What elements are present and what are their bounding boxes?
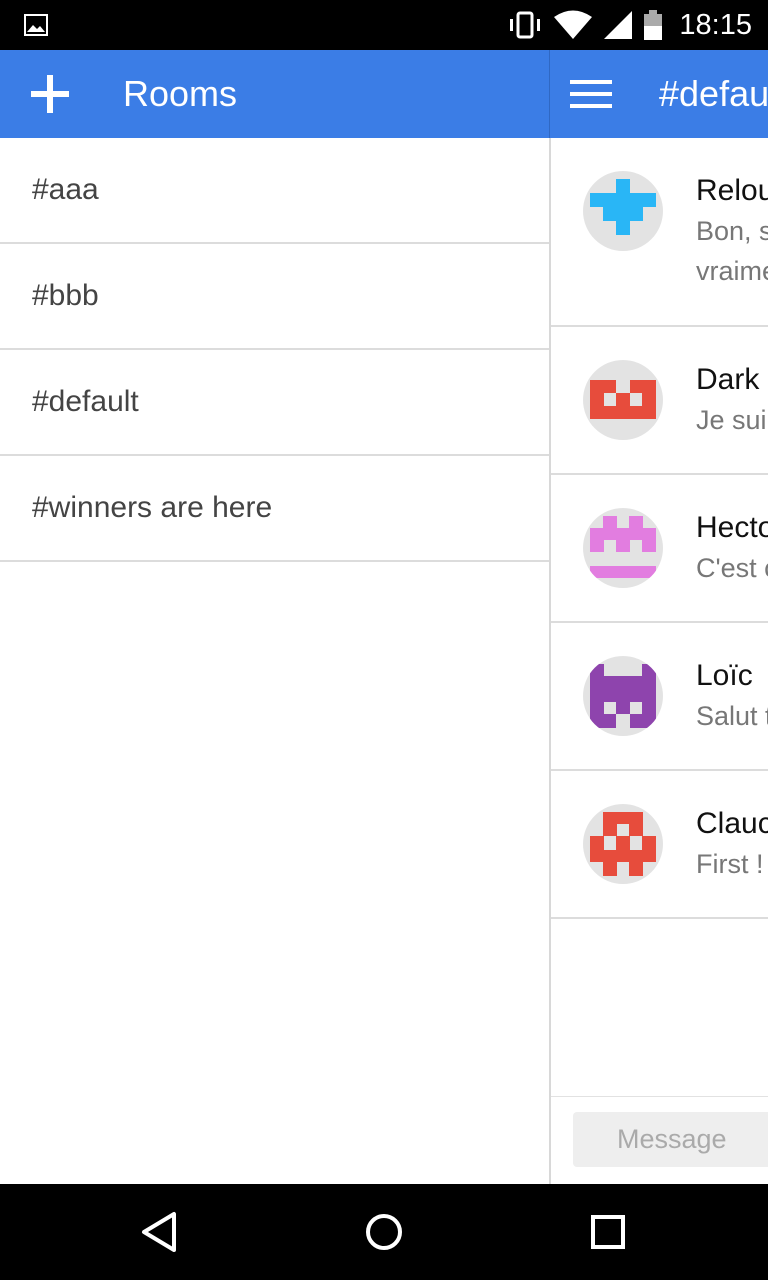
chat-panel: Relou Bon, s vraime Dark Je bbox=[549, 138, 768, 1184]
message-author: Relou bbox=[696, 174, 768, 207]
plus-icon[interactable] bbox=[26, 70, 74, 118]
vibrate-icon bbox=[510, 11, 541, 39]
message-input[interactable] bbox=[573, 1112, 768, 1167]
avatar bbox=[583, 804, 663, 884]
message-text: First ! bbox=[696, 849, 764, 879]
rooms-list: #aaa #bbb #default #winners are here bbox=[0, 138, 549, 562]
back-icon[interactable] bbox=[136, 1208, 184, 1256]
rooms-title: Rooms bbox=[123, 73, 238, 114]
image-notification-icon bbox=[24, 14, 48, 36]
avatar bbox=[583, 171, 663, 251]
avatar bbox=[583, 508, 663, 588]
chat-app-bar: #defau bbox=[549, 50, 768, 138]
signal-icon bbox=[604, 11, 633, 39]
avatar bbox=[583, 656, 663, 736]
message-text: C'est c bbox=[696, 553, 768, 583]
message-text: Bon, s bbox=[696, 216, 768, 246]
chat-room-title: #defau bbox=[659, 73, 768, 114]
message-author: Dark bbox=[696, 363, 760, 396]
rooms-app-bar: Rooms bbox=[0, 50, 549, 138]
message-item[interactable]: Hecto C'est c bbox=[551, 475, 768, 623]
clock: 18:15 bbox=[679, 8, 752, 41]
message-composer bbox=[551, 1096, 768, 1184]
message-item[interactable]: Dark Je sui bbox=[551, 327, 768, 475]
message-author: Clauc bbox=[696, 807, 768, 840]
avatar bbox=[583, 360, 663, 440]
message-item[interactable]: Clauc First ! bbox=[551, 771, 768, 919]
message-text: Je sui bbox=[696, 405, 767, 435]
message-text: Salut t bbox=[696, 701, 768, 731]
room-item[interactable]: #winners are here bbox=[0, 456, 549, 562]
navigation-bar bbox=[0, 1184, 768, 1280]
message-author: Hecto bbox=[696, 511, 768, 544]
recents-icon[interactable] bbox=[584, 1208, 632, 1256]
room-item[interactable]: #default bbox=[0, 350, 549, 456]
message-item[interactable]: Loïc Salut t bbox=[551, 623, 768, 771]
home-icon[interactable] bbox=[360, 1208, 408, 1256]
message-text: vraime bbox=[696, 256, 768, 286]
status-icons: 18:15 bbox=[507, 0, 752, 50]
status-bar: 18:15 bbox=[0, 0, 768, 50]
wifi-icon bbox=[554, 10, 593, 39]
battery-icon bbox=[644, 10, 663, 40]
room-item[interactable]: #aaa bbox=[0, 138, 549, 244]
hamburger-menu-icon[interactable] bbox=[570, 76, 612, 112]
message-item[interactable]: Relou Bon, s vraime bbox=[551, 138, 768, 327]
message-author: Loïc bbox=[696, 659, 753, 692]
room-item[interactable]: #bbb bbox=[0, 244, 549, 350]
screen: 18:15 Rooms #defau #aaa #bbb #default #w… bbox=[0, 0, 768, 1280]
